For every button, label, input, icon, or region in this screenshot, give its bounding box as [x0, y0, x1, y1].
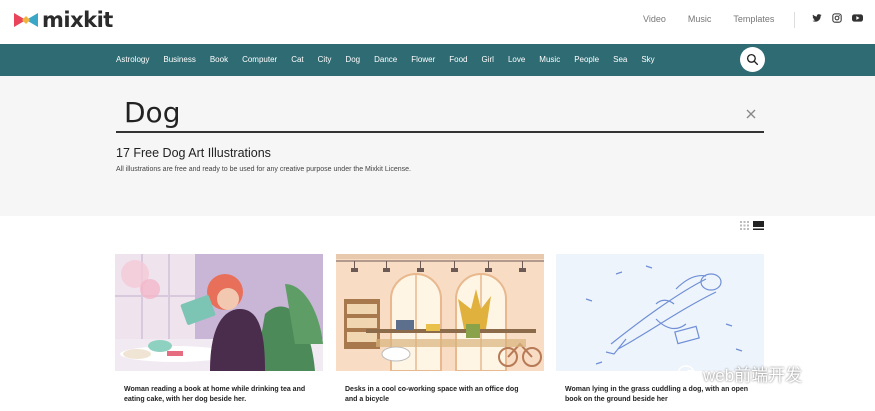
mixkit-logo[interactable]: mixkit: [14, 8, 113, 32]
brand-name: mixkit: [42, 8, 113, 32]
twitter-icon[interactable]: [812, 13, 822, 23]
category-book[interactable]: Book: [210, 55, 228, 64]
category-sky[interactable]: Sky: [641, 55, 654, 64]
results-title: 17 Free Dog Art Illustrations: [116, 146, 271, 160]
search-icon: [746, 53, 759, 66]
category-computer[interactable]: Computer: [242, 55, 277, 64]
category-people[interactable]: People: [574, 55, 599, 64]
wechat-icon: [678, 365, 698, 382]
category-dog[interactable]: Dog: [345, 55, 360, 64]
category-girl[interactable]: Girl: [481, 55, 493, 64]
clear-search-icon[interactable]: [744, 107, 758, 121]
top-nav: Video Music Templates: [643, 14, 796, 24]
card-caption[interactable]: Woman reading a book at home while drink…: [115, 385, 311, 405]
category-music[interactable]: Music: [539, 55, 560, 64]
search-hero: Dog 17 Free Dog Art Illustrations All il…: [0, 76, 875, 216]
category-city[interactable]: City: [318, 55, 332, 64]
category-list: Astrology Business Book Computer Cat Cit…: [116, 55, 669, 64]
youtube-icon[interactable]: [852, 13, 863, 23]
search-input[interactable]: Dog: [124, 96, 180, 129]
category-dance[interactable]: Dance: [374, 55, 397, 64]
illustration-thumbnail[interactable]: [115, 254, 323, 371]
category-sea[interactable]: Sea: [613, 55, 627, 64]
category-flower[interactable]: Flower: [411, 55, 435, 64]
category-food[interactable]: Food: [449, 55, 467, 64]
top-header: mixkit Video Music Templates: [0, 0, 875, 44]
social-links: [812, 13, 863, 23]
card-caption[interactable]: Woman lying in the grass cuddling a dog,…: [556, 385, 752, 405]
nav-divider: [794, 12, 795, 28]
illustration-card[interactable]: Desks in a cool co-working space with an…: [336, 254, 544, 405]
nav-templates[interactable]: Templates: [733, 14, 774, 24]
illustration-thumbnail[interactable]: [556, 254, 764, 371]
instagram-icon[interactable]: [832, 13, 842, 23]
nav-music[interactable]: Music: [688, 14, 712, 24]
search-underline: [116, 131, 764, 133]
category-astrology[interactable]: Astrology: [116, 55, 149, 64]
category-love[interactable]: Love: [508, 55, 525, 64]
view-toggle: [740, 221, 764, 230]
illustration-card[interactable]: Woman reading a book at home while drink…: [115, 254, 323, 405]
illustration-thumbnail[interactable]: [336, 254, 544, 372]
grid-view-icon[interactable]: [740, 221, 749, 230]
results-subtitle: All illustrations are free and ready to …: [116, 166, 411, 173]
search-button[interactable]: [740, 47, 765, 72]
watermark: web前端开发: [678, 361, 802, 386]
card-caption[interactable]: Desks in a cool co-working space with an…: [336, 385, 532, 405]
nav-video[interactable]: Video: [643, 14, 666, 24]
logo-mark-icon: [14, 13, 38, 27]
category-business[interactable]: Business: [163, 55, 195, 64]
watermark-text: web前端开发: [703, 366, 803, 385]
large-view-icon[interactable]: [753, 221, 764, 230]
category-cat[interactable]: Cat: [291, 55, 303, 64]
